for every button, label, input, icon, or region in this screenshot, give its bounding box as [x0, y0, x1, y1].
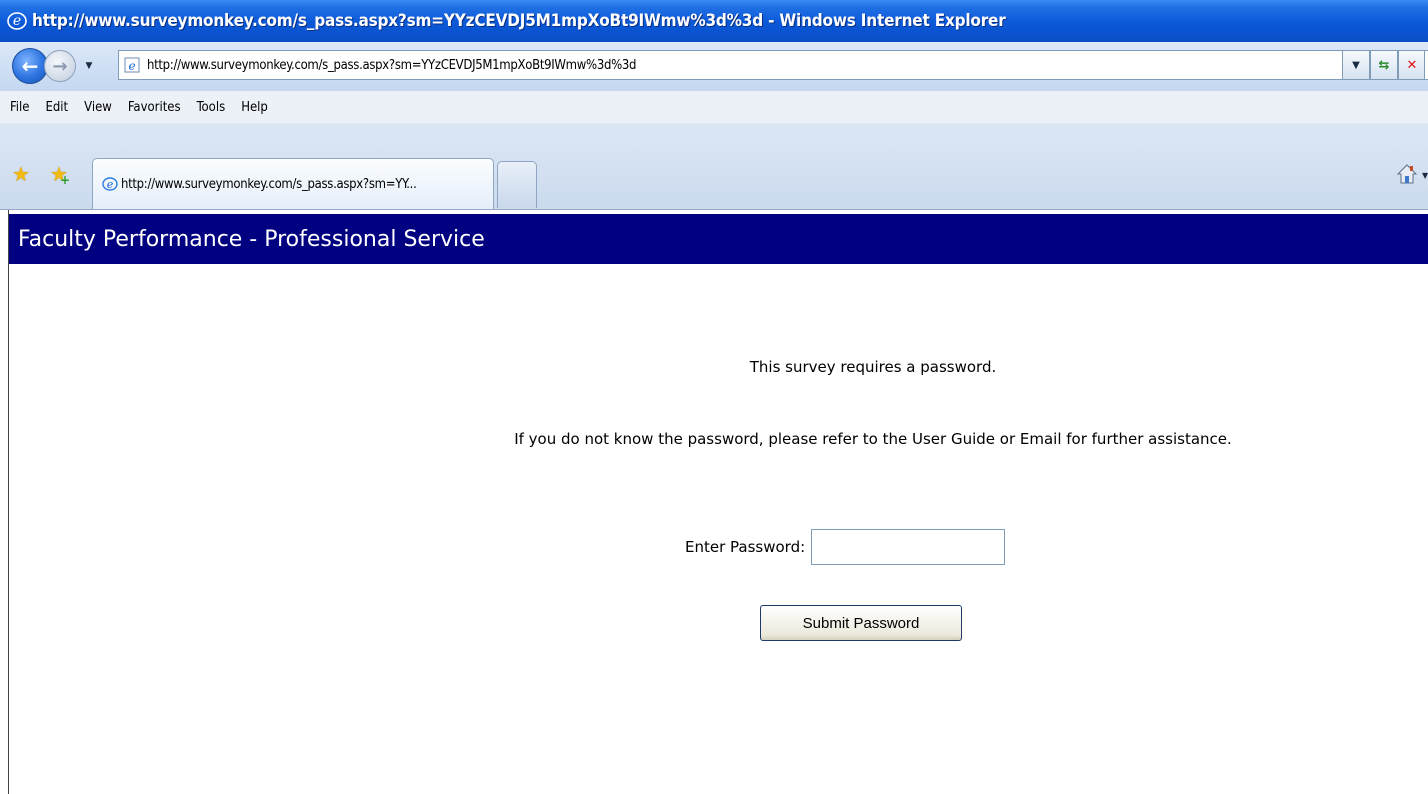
survey-header-banner: Faculty Performance - Professional Servi… — [9, 214, 1428, 264]
password-required-text: This survey requires a password. — [749, 358, 997, 376]
svg-text:e: e — [13, 13, 21, 29]
home-icon[interactable] — [1394, 161, 1420, 187]
svg-text:e: e — [128, 59, 135, 73]
tab-bar: ★ ★ + e http://www.surveymonkey.com/s_pas… — [0, 123, 1428, 210]
page-icon: e — [123, 56, 141, 74]
dropdown-arrow-icon[interactable]: ▼ — [1342, 50, 1370, 80]
password-label: Enter Password: — [685, 538, 806, 556]
recent-pages-dropdown-icon[interactable]: ▼ — [82, 61, 96, 71]
search-box[interactable] — [1424, 50, 1428, 80]
forward-arrow-icon[interactable]: → — [44, 50, 76, 82]
ie-logo-icon: e — [6, 10, 28, 32]
svg-text:e: e — [107, 178, 114, 191]
new-tab-button[interactable] — [497, 161, 537, 208]
address-bar[interactable]: e http://www.surveymonkey.com/s_pass.asp… — [118, 50, 1370, 80]
survey-title: Faculty Performance - Professional Servi… — [18, 226, 485, 252]
submit-password-button[interactable]: Submit Password — [760, 605, 962, 641]
menu-file[interactable]: File — [10, 100, 29, 115]
address-url[interactable]: http://www.surveymonkey.com/s_pass.aspx?… — [147, 58, 636, 73]
tab-current-page[interactable]: e http://www.surveymonkey.com/s_pass.asp… — [92, 158, 494, 209]
stop-icon[interactable]: ✕ — [1398, 50, 1426, 80]
tab-label: http://www.surveymonkey.com/s_pass.aspx?… — [121, 176, 417, 192]
add-favorites-icon[interactable]: ★ + — [50, 163, 72, 187]
help-text: If you do not know the password, please … — [514, 430, 1232, 448]
menu-edit[interactable]: Edit — [45, 100, 68, 115]
window-title: http://www.surveymonkey.com/s_pass.aspx?… — [32, 11, 1006, 31]
refresh-icon[interactable]: ⇆ — [1370, 50, 1398, 80]
menu-tools[interactable]: Tools — [197, 100, 226, 115]
address-toolbar: ← → ▼ e http://www.surveymonkey.com/s_pa… — [0, 42, 1428, 90]
back-arrow-icon[interactable]: ← — [12, 48, 48, 84]
menu-bar: File Edit View Favorites Tools Help — [0, 90, 1428, 124]
page-content: Faculty Performance - Professional Servi… — [8, 210, 1428, 794]
password-input[interactable] — [811, 529, 1006, 565]
menu-help[interactable]: Help — [241, 100, 268, 115]
ie-page-icon: e — [101, 175, 119, 193]
window-title-bar: e http://www.surveymonkey.com/s_pass.asp… — [0, 0, 1428, 42]
menu-view[interactable]: View — [84, 100, 112, 115]
menu-favorites[interactable]: Favorites — [128, 100, 181, 115]
home-dropdown-icon[interactable]: ▼ — [1422, 171, 1428, 180]
password-row: Enter Password: — [685, 529, 1006, 565]
favorites-star-icon[interactable]: ★ — [12, 163, 34, 185]
